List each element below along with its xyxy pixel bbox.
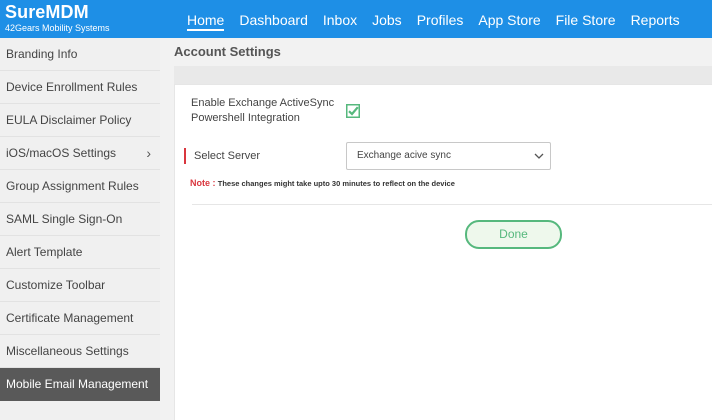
settings-sidebar: Branding Info Device Enrollment Rules EU…	[0, 38, 167, 420]
nav-file-store[interactable]: File Store	[556, 3, 616, 31]
sidebar-item-label: Device Enrollment Rules	[6, 80, 138, 94]
sidebar-item-label: Alert Template	[6, 245, 83, 259]
settings-card	[174, 84, 712, 420]
main-nav: Home Dashboard Inbox Jobs Profiles App S…	[187, 0, 695, 34]
sidebar-item-label: Certificate Management	[6, 311, 134, 325]
sidebar-item-label: Group Assignment Rules	[6, 179, 139, 193]
note-label: Note :	[190, 178, 216, 188]
sidebar-item-device-enrollment-rules[interactable]: Device Enrollment Rules	[0, 71, 160, 104]
nav-reports[interactable]: Reports	[631, 3, 680, 31]
sidebar-item-alert-template[interactable]: Alert Template	[0, 236, 160, 269]
sidebar-item-mobile-email-management[interactable]: Mobile Email Management	[0, 368, 167, 401]
chevron-right-icon: ›	[146, 145, 151, 161]
sidebar-item-ios-macos-settings[interactable]: iOS/macOS Settings ›	[0, 137, 160, 170]
sidebar-item-eula-disclaimer-policy[interactable]: EULA Disclaimer Policy	[0, 104, 160, 137]
sidebar-item-label: iOS/macOS Settings	[6, 146, 117, 160]
sidebar-item-label: SAML Single Sign-On	[6, 212, 123, 226]
sidebar-item-customize-toolbar[interactable]: Customize Toolbar	[0, 269, 160, 302]
nav-inbox[interactable]: Inbox	[323, 3, 357, 31]
top-navigation-bar: SureMDM 42Gears Mobility Systems Home Da…	[0, 0, 712, 38]
brand-logo[interactable]: SureMDM 42Gears Mobility Systems	[5, 2, 110, 34]
sidebar-item-label: Customize Toolbar	[6, 278, 106, 292]
sidebar-item-label: EULA Disclaimer Policy	[6, 113, 132, 127]
nav-profiles[interactable]: Profiles	[417, 3, 464, 31]
chevron-down-icon	[534, 153, 544, 159]
brand-title: SureMDM	[5, 2, 89, 22]
sidebar-item-label: Mobile Email Management	[6, 377, 149, 391]
sidebar-item-branding-info[interactable]: Branding Info	[0, 38, 160, 71]
nav-home[interactable]: Home	[187, 3, 225, 31]
sidebar-item-miscellaneous-settings[interactable]: Miscellaneous Settings	[0, 335, 160, 368]
note-message: These changes might take upto 30 minutes…	[217, 179, 455, 188]
nav-jobs[interactable]: Jobs	[372, 3, 402, 31]
sidebar-item-label: Branding Info	[6, 47, 78, 61]
select-server-label: Select Server	[184, 148, 260, 164]
sidebar-item-label: Miscellaneous Settings	[6, 344, 129, 358]
sidebar-item-group-assignment-rules[interactable]: Group Assignment Rules	[0, 170, 160, 203]
nav-app-store[interactable]: App Store	[478, 3, 540, 31]
done-button[interactable]: Done	[465, 220, 562, 249]
server-select-value: Exchange acive sync	[357, 150, 451, 161]
divider	[192, 204, 712, 205]
server-select[interactable]: Exchange acive sync	[346, 142, 551, 170]
sidebar-item-certificate-management[interactable]: Certificate Management	[0, 302, 160, 335]
brand-subtitle: 42Gears Mobility Systems	[5, 23, 110, 33]
exchange-activesync-label: Enable Exchange ActiveSync Powershell In…	[191, 97, 335, 124]
main-content: Account Settings Enable Exchange ActiveS…	[160, 38, 712, 420]
nav-dashboard[interactable]: Dashboard	[239, 3, 308, 31]
sidebar-item-saml-single-sign-on[interactable]: SAML Single Sign-On	[0, 203, 160, 236]
page-title: Account Settings	[174, 44, 281, 59]
exchange-activesync-checkbox[interactable]	[346, 104, 360, 118]
note-text: Note : These changes might take upto 30 …	[190, 178, 455, 188]
